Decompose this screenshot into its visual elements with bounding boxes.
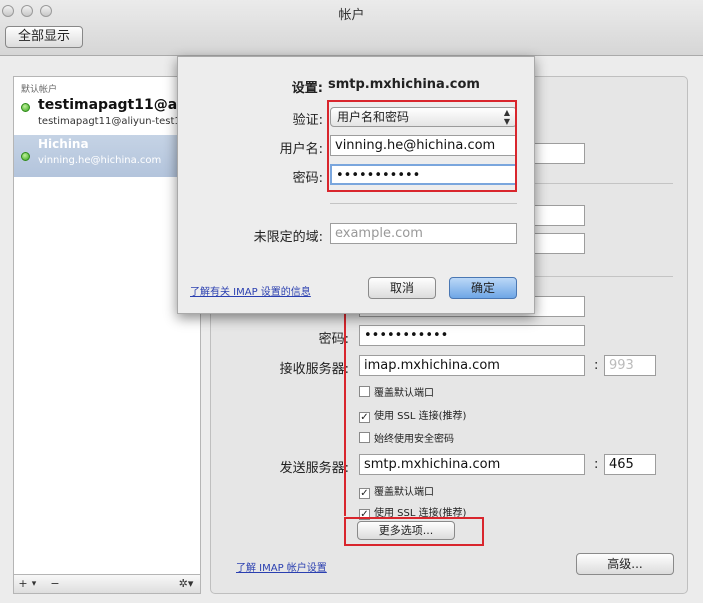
account-email: vinning.he@hichina.com — [38, 155, 162, 166]
outgoing-override-port-checkbox[interactable]: ✓ 覆盖默认端口 — [359, 483, 434, 499]
add-menu-chevron-icon[interactable]: ▾ — [29, 576, 39, 592]
smtp-settings-sheet: 设置: smtp.mxhichina.com 验证: 用户名和密码 ▲ ▼ 用户名… — [177, 56, 535, 314]
imap-help-link[interactable]: 了解 IMAP 帐户设置 — [236, 559, 327, 574]
account-list-toolbar: + ▾ − ✲▾ — [13, 574, 201, 594]
incoming-override-port-checkbox[interactable]: 覆盖默认端口 — [359, 384, 434, 399]
port-colon: : — [594, 457, 599, 472]
outgoing-port-field[interactable]: 465 — [604, 454, 656, 475]
outgoing-server-label: 发送服务器: — [279, 461, 349, 476]
divider — [330, 203, 517, 204]
checkmark-icon: ✓ — [359, 488, 370, 499]
incoming-use-ssl-checkbox[interactable]: ✓ 使用 SSL 连接(推荐) — [359, 407, 466, 423]
authentication-label: 验证: — [292, 113, 323, 128]
password-label: 密码: — [318, 332, 349, 347]
gear-icon[interactable]: ✲▾ — [174, 576, 198, 592]
account-item-hichina[interactable]: Hichina vinning.he@hichina.com — [14, 135, 200, 177]
port-colon: : — [594, 358, 599, 373]
add-account-icon[interactable]: + — [18, 576, 28, 592]
secure-password-checkbox[interactable]: 始终使用安全密码 — [359, 430, 454, 445]
incoming-server-label: 接收服务器: — [279, 362, 349, 377]
checkbox-icon — [359, 432, 370, 443]
remove-account-icon[interactable]: − — [48, 576, 62, 592]
window-title: 帐户 — [338, 8, 365, 23]
annotation-highlight-box — [327, 100, 517, 192]
online-status-icon — [21, 103, 30, 112]
imap-settings-info-link[interactable]: 了解有关 IMAP 设置的信息 — [190, 283, 311, 298]
cancel-button[interactable]: 取消 — [368, 277, 436, 299]
incoming-port-field[interactable]: 993 — [604, 355, 656, 376]
account-name: Hichina — [38, 137, 89, 151]
domain-field[interactable]: example.com — [330, 223, 517, 244]
checkmark-icon: ✓ — [359, 412, 370, 423]
username-label: 用户名: — [279, 142, 323, 157]
server-value: smtp.mxhichina.com — [328, 77, 480, 92]
annotation-highlight-box — [344, 517, 484, 546]
checkbox-icon — [359, 386, 370, 397]
account-group-label: 默认帐户 — [21, 85, 58, 95]
server-label: 设置: — [291, 81, 323, 96]
domain-label: 未限定的域: — [253, 230, 323, 245]
ok-button[interactable]: 确定 — [449, 277, 517, 299]
outgoing-server-field[interactable]: smtp.mxhichina.com — [359, 454, 585, 475]
online-status-icon — [21, 152, 30, 161]
advanced-button[interactable]: 高级... — [576, 553, 674, 575]
title-bar: 帐户 全部显示 — [0, 0, 703, 56]
account-item-testimapagt11[interactable]: testimapagt11@aliy. testimapagt11@aliyun… — [14, 95, 200, 137]
show-all-button[interactable]: 全部显示 — [5, 26, 83, 48]
account-list[interactable]: 默认帐户 testimapagt11@aliy. testimapagt11@a… — [13, 76, 201, 576]
incoming-server-field[interactable]: imap.mxhichina.com — [359, 355, 585, 376]
password-field[interactable]: ••••••••••• — [359, 325, 585, 346]
password-label: 密码: — [292, 171, 323, 186]
